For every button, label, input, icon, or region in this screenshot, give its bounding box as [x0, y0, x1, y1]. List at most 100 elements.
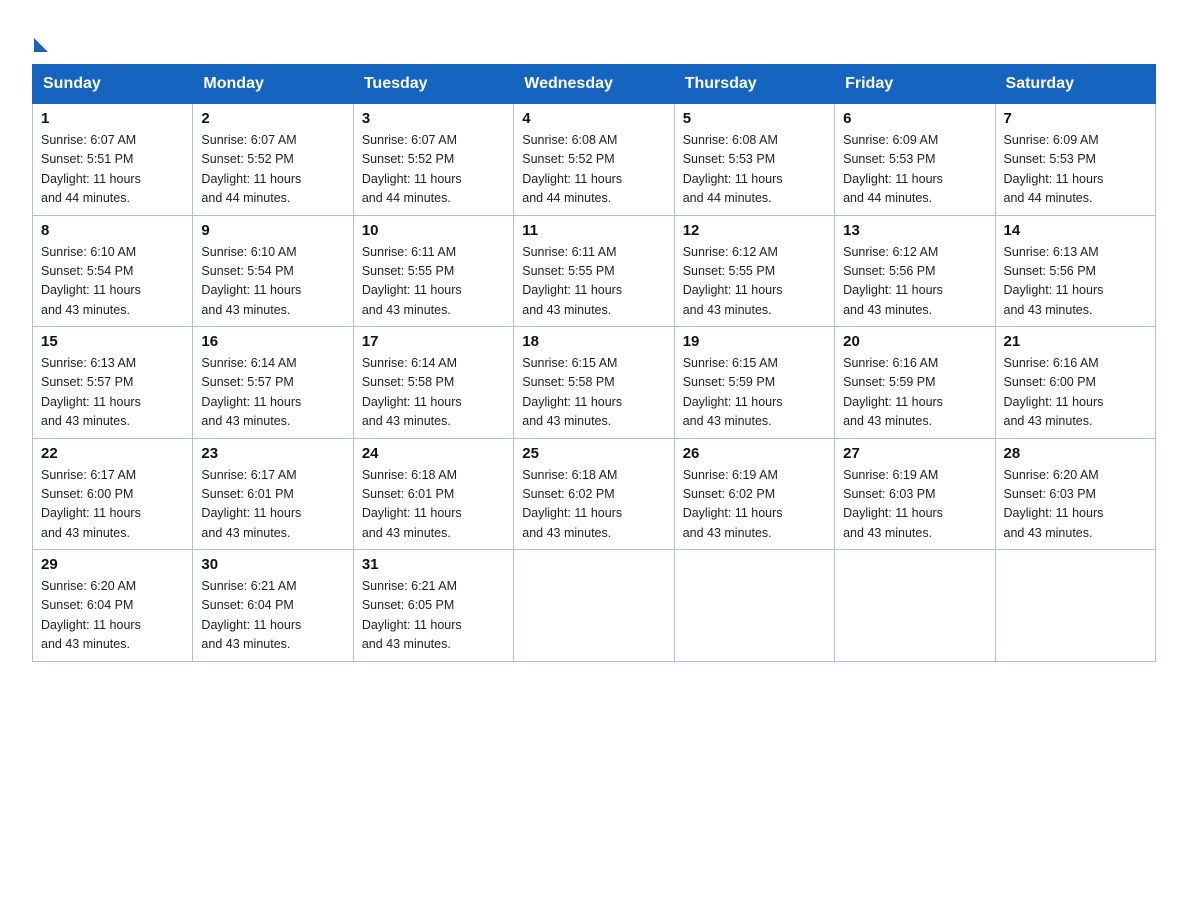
calendar-cell — [995, 550, 1155, 662]
calendar-cell: 18 Sunrise: 6:15 AMSunset: 5:58 PMDaylig… — [514, 327, 674, 439]
week-row-5: 29 Sunrise: 6:20 AMSunset: 6:04 PMDaylig… — [33, 550, 1156, 662]
calendar-cell: 3 Sunrise: 6:07 AMSunset: 5:52 PMDayligh… — [353, 104, 513, 216]
calendar-cell: 20 Sunrise: 6:16 AMSunset: 5:59 PMDaylig… — [835, 327, 995, 439]
calendar-cell: 9 Sunrise: 6:10 AMSunset: 5:54 PMDayligh… — [193, 215, 353, 327]
day-number: 30 — [201, 556, 344, 573]
header-day-thursday: Thursday — [674, 65, 834, 104]
day-number: 3 — [362, 110, 505, 127]
calendar-cell: 27 Sunrise: 6:19 AMSunset: 6:03 PMDaylig… — [835, 438, 995, 550]
day-info: Sunrise: 6:18 AMSunset: 6:02 PMDaylight:… — [522, 466, 665, 544]
day-number: 15 — [41, 333, 184, 350]
day-info: Sunrise: 6:07 AMSunset: 5:52 PMDaylight:… — [201, 131, 344, 209]
day-number: 24 — [362, 445, 505, 462]
calendar-cell: 11 Sunrise: 6:11 AMSunset: 5:55 PMDaylig… — [514, 215, 674, 327]
day-number: 1 — [41, 110, 184, 127]
day-number: 14 — [1004, 222, 1147, 239]
week-row-2: 8 Sunrise: 6:10 AMSunset: 5:54 PMDayligh… — [33, 215, 1156, 327]
day-number: 2 — [201, 110, 344, 127]
logo — [32, 32, 48, 52]
header-day-wednesday: Wednesday — [514, 65, 674, 104]
day-info: Sunrise: 6:14 AMSunset: 5:57 PMDaylight:… — [201, 354, 344, 432]
day-number: 27 — [843, 445, 986, 462]
header-day-sunday: Sunday — [33, 65, 193, 104]
calendar-cell: 22 Sunrise: 6:17 AMSunset: 6:00 PMDaylig… — [33, 438, 193, 550]
day-info: Sunrise: 6:20 AMSunset: 6:04 PMDaylight:… — [41, 577, 184, 655]
day-number: 11 — [522, 222, 665, 239]
day-number: 6 — [843, 110, 986, 127]
day-number: 7 — [1004, 110, 1147, 127]
day-number: 18 — [522, 333, 665, 350]
day-info: Sunrise: 6:21 AMSunset: 6:05 PMDaylight:… — [362, 577, 505, 655]
page-header — [32, 24, 1156, 52]
calendar-cell: 29 Sunrise: 6:20 AMSunset: 6:04 PMDaylig… — [33, 550, 193, 662]
day-info: Sunrise: 6:09 AMSunset: 5:53 PMDaylight:… — [843, 131, 986, 209]
calendar-cell: 19 Sunrise: 6:15 AMSunset: 5:59 PMDaylig… — [674, 327, 834, 439]
day-info: Sunrise: 6:16 AMSunset: 5:59 PMDaylight:… — [843, 354, 986, 432]
day-info: Sunrise: 6:12 AMSunset: 5:55 PMDaylight:… — [683, 243, 826, 321]
calendar-cell: 16 Sunrise: 6:14 AMSunset: 5:57 PMDaylig… — [193, 327, 353, 439]
calendar-cell — [514, 550, 674, 662]
calendar-cell: 17 Sunrise: 6:14 AMSunset: 5:58 PMDaylig… — [353, 327, 513, 439]
calendar-cell: 5 Sunrise: 6:08 AMSunset: 5:53 PMDayligh… — [674, 104, 834, 216]
day-number: 10 — [362, 222, 505, 239]
day-number: 29 — [41, 556, 184, 573]
day-info: Sunrise: 6:08 AMSunset: 5:52 PMDaylight:… — [522, 131, 665, 209]
calendar-cell: 2 Sunrise: 6:07 AMSunset: 5:52 PMDayligh… — [193, 104, 353, 216]
calendar-cell: 14 Sunrise: 6:13 AMSunset: 5:56 PMDaylig… — [995, 215, 1155, 327]
day-number: 13 — [843, 222, 986, 239]
calendar-table: SundayMondayTuesdayWednesdayThursdayFrid… — [32, 64, 1156, 662]
day-number: 22 — [41, 445, 184, 462]
day-number: 28 — [1004, 445, 1147, 462]
calendar-cell: 7 Sunrise: 6:09 AMSunset: 5:53 PMDayligh… — [995, 104, 1155, 216]
day-number: 5 — [683, 110, 826, 127]
day-info: Sunrise: 6:17 AMSunset: 6:01 PMDaylight:… — [201, 466, 344, 544]
calendar-cell: 24 Sunrise: 6:18 AMSunset: 6:01 PMDaylig… — [353, 438, 513, 550]
calendar-cell: 4 Sunrise: 6:08 AMSunset: 5:52 PMDayligh… — [514, 104, 674, 216]
day-info: Sunrise: 6:14 AMSunset: 5:58 PMDaylight:… — [362, 354, 505, 432]
calendar-cell: 26 Sunrise: 6:19 AMSunset: 6:02 PMDaylig… — [674, 438, 834, 550]
day-info: Sunrise: 6:11 AMSunset: 5:55 PMDaylight:… — [522, 243, 665, 321]
day-number: 19 — [683, 333, 826, 350]
calendar-cell: 12 Sunrise: 6:12 AMSunset: 5:55 PMDaylig… — [674, 215, 834, 327]
day-number: 17 — [362, 333, 505, 350]
header-day-monday: Monday — [193, 65, 353, 104]
week-row-4: 22 Sunrise: 6:17 AMSunset: 6:00 PMDaylig… — [33, 438, 1156, 550]
calendar-cell: 30 Sunrise: 6:21 AMSunset: 6:04 PMDaylig… — [193, 550, 353, 662]
day-info: Sunrise: 6:16 AMSunset: 6:00 PMDaylight:… — [1004, 354, 1147, 432]
day-info: Sunrise: 6:10 AMSunset: 5:54 PMDaylight:… — [41, 243, 184, 321]
day-info: Sunrise: 6:15 AMSunset: 5:58 PMDaylight:… — [522, 354, 665, 432]
header-day-friday: Friday — [835, 65, 995, 104]
day-number: 25 — [522, 445, 665, 462]
calendar-cell: 13 Sunrise: 6:12 AMSunset: 5:56 PMDaylig… — [835, 215, 995, 327]
calendar-cell: 1 Sunrise: 6:07 AMSunset: 5:51 PMDayligh… — [33, 104, 193, 216]
calendar-cell: 31 Sunrise: 6:21 AMSunset: 6:05 PMDaylig… — [353, 550, 513, 662]
calendar-cell: 6 Sunrise: 6:09 AMSunset: 5:53 PMDayligh… — [835, 104, 995, 216]
day-number: 21 — [1004, 333, 1147, 350]
day-info: Sunrise: 6:07 AMSunset: 5:52 PMDaylight:… — [362, 131, 505, 209]
day-info: Sunrise: 6:08 AMSunset: 5:53 PMDaylight:… — [683, 131, 826, 209]
day-info: Sunrise: 6:19 AMSunset: 6:03 PMDaylight:… — [843, 466, 986, 544]
calendar-cell — [674, 550, 834, 662]
day-number: 16 — [201, 333, 344, 350]
day-info: Sunrise: 6:19 AMSunset: 6:02 PMDaylight:… — [683, 466, 826, 544]
day-info: Sunrise: 6:17 AMSunset: 6:00 PMDaylight:… — [41, 466, 184, 544]
day-info: Sunrise: 6:20 AMSunset: 6:03 PMDaylight:… — [1004, 466, 1147, 544]
calendar-cell — [835, 550, 995, 662]
logo-triangle-icon — [34, 38, 48, 52]
day-info: Sunrise: 6:13 AMSunset: 5:57 PMDaylight:… — [41, 354, 184, 432]
day-info: Sunrise: 6:12 AMSunset: 5:56 PMDaylight:… — [843, 243, 986, 321]
header-day-saturday: Saturday — [995, 65, 1155, 104]
day-number: 9 — [201, 222, 344, 239]
day-number: 26 — [683, 445, 826, 462]
calendar-cell: 21 Sunrise: 6:16 AMSunset: 6:00 PMDaylig… — [995, 327, 1155, 439]
day-info: Sunrise: 6:13 AMSunset: 5:56 PMDaylight:… — [1004, 243, 1147, 321]
day-number: 8 — [41, 222, 184, 239]
calendar-cell: 25 Sunrise: 6:18 AMSunset: 6:02 PMDaylig… — [514, 438, 674, 550]
day-info: Sunrise: 6:09 AMSunset: 5:53 PMDaylight:… — [1004, 131, 1147, 209]
calendar-cell: 8 Sunrise: 6:10 AMSunset: 5:54 PMDayligh… — [33, 215, 193, 327]
calendar-cell: 23 Sunrise: 6:17 AMSunset: 6:01 PMDaylig… — [193, 438, 353, 550]
day-info: Sunrise: 6:18 AMSunset: 6:01 PMDaylight:… — [362, 466, 505, 544]
header-row: SundayMondayTuesdayWednesdayThursdayFrid… — [33, 65, 1156, 104]
day-info: Sunrise: 6:10 AMSunset: 5:54 PMDaylight:… — [201, 243, 344, 321]
day-number: 4 — [522, 110, 665, 127]
